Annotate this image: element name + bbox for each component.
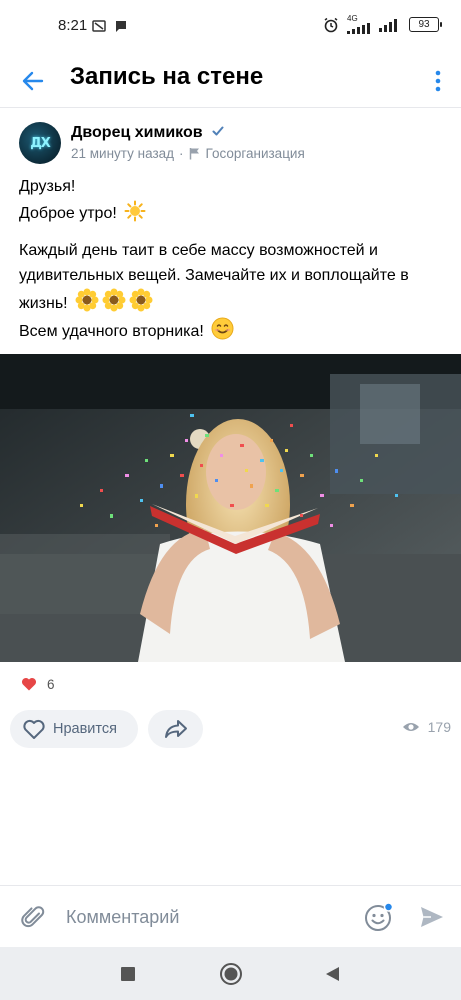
confetti-photo (0, 354, 461, 662)
back-button[interactable] (16, 64, 50, 98)
avatar-initials: ДХ (30, 135, 51, 151)
blocked-call-icon (92, 20, 106, 32)
app-header: Запись на стене (0, 52, 461, 108)
home-button[interactable] (217, 960, 245, 988)
post-category: Госорганизация (205, 146, 305, 161)
send-icon (421, 907, 443, 927)
home-circle-icon (220, 963, 242, 985)
views: 179 (402, 719, 451, 735)
alarm-icon (324, 17, 338, 32)
recent-apps-button[interactable] (114, 960, 142, 988)
post-text: Друзья! Доброе утро! Каждый день таит в … (19, 175, 449, 344)
back-nav-button[interactable] (318, 960, 346, 988)
comment-input[interactable] (66, 900, 346, 934)
send-button[interactable] (417, 902, 447, 932)
post-text-line2: Доброе утро! (19, 200, 449, 227)
post-actions: Нравится 179 (10, 710, 451, 748)
author-name[interactable]: Дворец химиков (71, 124, 203, 141)
emoji-icon (365, 902, 394, 931)
post-text-line1: Друзья! (19, 178, 76, 195)
attach-button[interactable] (18, 902, 48, 932)
likes-summary[interactable]: 6 (19, 674, 55, 694)
square-icon (121, 967, 135, 981)
battery-level: 93 (418, 19, 430, 30)
paperclip-icon (21, 906, 45, 928)
notification-icons (92, 19, 128, 33)
back-arrow-icon (22, 71, 44, 91)
post-header: ДХ Дворец химиков 21 минуту назад · Госо… (19, 122, 461, 166)
like-label: Нравится (53, 721, 117, 737)
verified-icon (212, 126, 224, 136)
like-button[interactable]: Нравится (10, 710, 138, 748)
mobile-signal: 4G (347, 15, 371, 34)
meta-separator: · (179, 146, 184, 161)
views-count: 179 (427, 719, 451, 735)
post-text-closing: Всем удачного вторника! (19, 317, 449, 345)
eye-icon (402, 723, 419, 731)
status-bar: 8:21 4G 93 (0, 0, 461, 52)
signal-icon (347, 23, 370, 34)
network-type: 4G (347, 14, 358, 23)
post-text-paragraph: Каждый день таит в себе массу возможност… (19, 242, 409, 312)
status-indicators: 4G 93 (323, 15, 442, 34)
sunflower-icon (129, 288, 153, 312)
emoji-button[interactable] (363, 901, 395, 933)
triangle-back-icon (326, 967, 339, 981)
battery-icon: 93 (409, 17, 442, 32)
post-meta: 21 минуту назад · Госорганизация (71, 146, 305, 161)
post-photo[interactable] (0, 354, 461, 662)
comment-bar (0, 885, 461, 947)
share-icon (164, 720, 187, 738)
more-options-button[interactable] (427, 64, 449, 98)
share-button[interactable] (148, 710, 203, 748)
system-nav-bar (0, 947, 461, 1000)
smile-icon (211, 317, 234, 339)
flag-icon (189, 148, 199, 160)
post-time[interactable]: 21 минуту назад (71, 146, 174, 161)
signal-icon-2 (379, 18, 397, 32)
status-time: 8:21 (58, 17, 88, 34)
heart-icon (23, 719, 45, 739)
message-icon (116, 21, 126, 32)
sunflower-icon (75, 288, 99, 312)
likes-count: 6 (47, 676, 55, 692)
sunflower-icon (102, 288, 126, 312)
more-vertical-icon (435, 70, 441, 92)
sun-icon (124, 200, 146, 221)
avatar[interactable]: ДХ (19, 122, 61, 164)
page-title: Запись на стене (70, 63, 264, 90)
heart-reaction-icon (19, 674, 39, 694)
author-name-row: Дворец химиков (71, 124, 225, 142)
